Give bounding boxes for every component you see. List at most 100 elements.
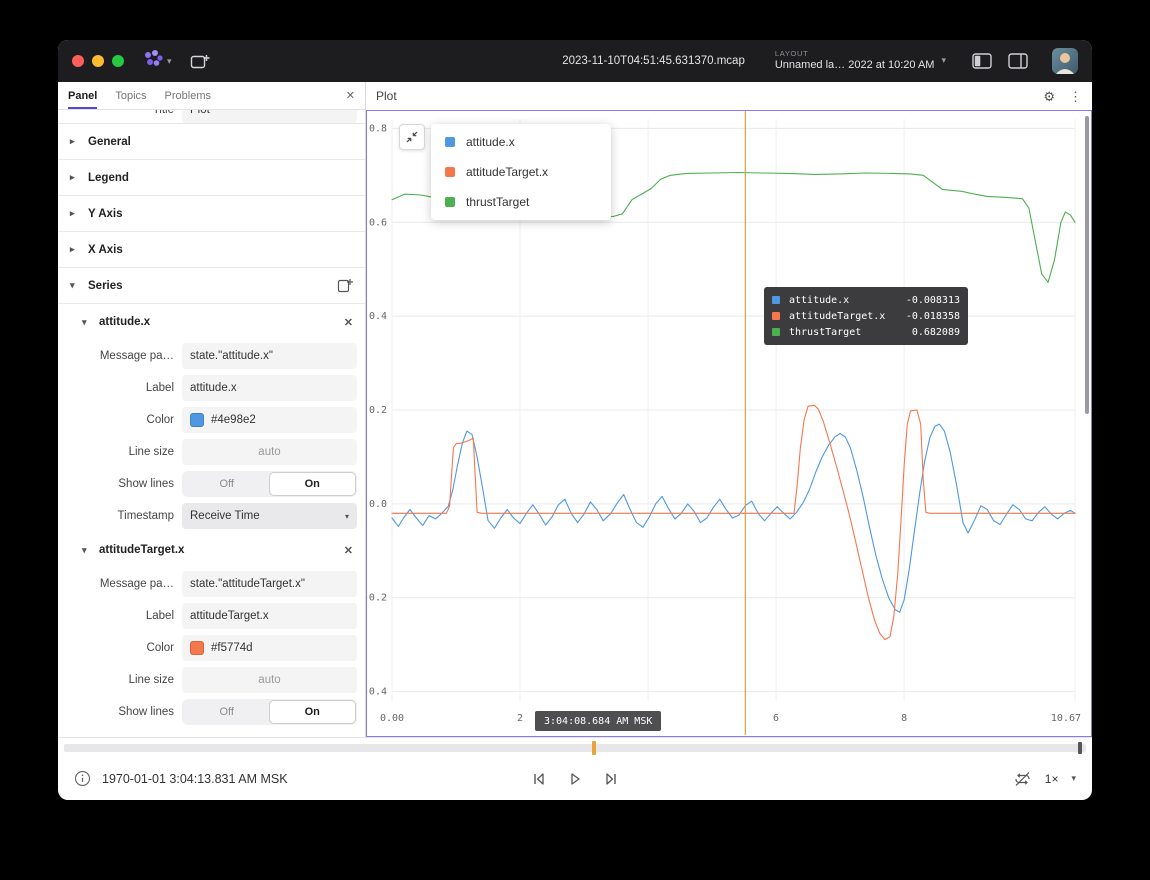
- chevron-down-icon[interactable]: ▾: [1071, 773, 1076, 784]
- remove-series-button[interactable]: ✕: [344, 316, 353, 329]
- titlebar: ▾ 2023-11-10T04:51:45.631370.mcap LAYOUT…: [58, 40, 1092, 82]
- tooltip-row: attitudeTarget.x-0.018358: [772, 308, 960, 324]
- legend-menu-item[interactable]: attitude.x: [431, 127, 611, 157]
- tab-topics[interactable]: Topics: [115, 82, 146, 109]
- svg-text:0.4: 0.4: [369, 311, 387, 322]
- panel-settings: Title Plot ▸ General ▸ Legend ▸ Y Axis: [58, 110, 365, 737]
- show-lines-on-button[interactable]: On: [270, 473, 356, 495]
- message-path-input[interactable]: state."attitude.x": [182, 343, 357, 369]
- right-sidebar-toggle-button[interactable]: [1008, 53, 1028, 69]
- scrubber-end-marker: [1078, 742, 1082, 754]
- minimize-window-button[interactable]: [92, 55, 104, 67]
- legend-menu-item[interactable]: thrustTarget: [431, 187, 611, 217]
- vertical-scrollbar[interactable]: [1085, 116, 1089, 414]
- label-input[interactable]: attitudeTarget.x: [182, 603, 357, 629]
- chevron-down-icon: ▾: [941, 55, 946, 66]
- tab-problems[interactable]: Problems: [165, 82, 211, 109]
- series-color-swatch: [445, 167, 455, 177]
- section-label: Legend: [88, 172, 129, 184]
- tooltip-series-name: attitudeTarget.x: [789, 311, 893, 322]
- line-size-input[interactable]: auto: [182, 439, 357, 465]
- hover-tooltip: attitude.x-0.008313attitudeTarget.x-0.01…: [764, 287, 968, 345]
- current-timestamp: 1970-01-01 3:04:13.831 AM MSK: [102, 772, 288, 786]
- chevron-down-icon: ▾: [345, 512, 349, 521]
- zoom-window-button[interactable]: [112, 55, 124, 67]
- scrubber-track[interactable]: [64, 744, 1086, 752]
- field-label: Label: [58, 610, 174, 622]
- field-label: Color: [58, 414, 174, 426]
- add-series-icon: [337, 278, 353, 293]
- gear-icon[interactable]: ⚙: [1043, 90, 1055, 103]
- info-button[interactable]: [74, 770, 91, 787]
- section-x-axis[interactable]: ▸ X Axis: [58, 232, 365, 268]
- show-lines-off-button[interactable]: Off: [184, 701, 270, 723]
- chevron-down-icon: ▾: [70, 280, 80, 291]
- show-lines-toggle: Off On: [182, 471, 357, 497]
- seek-start-button[interactable]: [531, 771, 547, 787]
- series-color-swatch: [772, 296, 780, 304]
- add-series-button[interactable]: [337, 278, 353, 293]
- chevron-down-icon: ▾: [82, 317, 92, 328]
- svg-text:10.67: 10.67: [1051, 713, 1081, 724]
- layout-selector[interactable]: LAYOUT Unnamed la… 2022 at 10:20 AM ▾: [775, 50, 946, 71]
- chevron-down-icon: ▾: [167, 56, 172, 67]
- scrubber-playhead-marker[interactable]: [592, 741, 596, 755]
- play-icon: [567, 771, 583, 787]
- field-label: Show lines: [58, 478, 174, 490]
- kebab-menu-icon[interactable]: ⋮: [1069, 90, 1082, 103]
- left-sidebar-toggle-button[interactable]: [972, 53, 992, 69]
- app-menu-button[interactable]: ▾: [142, 49, 172, 74]
- user-avatar[interactable]: [1052, 48, 1078, 74]
- timestamp-select[interactable]: Receive Time ▾: [182, 503, 357, 529]
- color-input[interactable]: #4e98e2: [182, 407, 357, 433]
- plot-canvas[interactable]: 0.80.60.40.20.0-0.2-0.40.00246810.67 att…: [366, 110, 1092, 737]
- series-header-attitude-target-x[interactable]: ▾ attitudeTarget.x ✕: [58, 532, 365, 568]
- message-path-input[interactable]: state."attitudeTarget.x": [182, 571, 357, 597]
- show-lines-on-button[interactable]: On: [270, 701, 356, 723]
- plot-panel: Plot ⚙ ⋮ 0.80.60.40.20.0-0.2-0.40.002468…: [366, 82, 1092, 737]
- tooltip-row: attitude.x-0.008313: [772, 292, 960, 308]
- series-color-swatch[interactable]: [190, 641, 204, 655]
- section-series[interactable]: ▾ Series: [58, 268, 365, 304]
- svg-text:0.00: 0.00: [380, 713, 404, 724]
- playback-speed[interactable]: 1×: [1045, 772, 1059, 786]
- seek-start-icon: [531, 771, 547, 787]
- close-sidebar-button[interactable]: ✕: [346, 82, 355, 109]
- field-label: Line size: [58, 446, 174, 458]
- section-general[interactable]: ▸ General: [58, 124, 365, 160]
- section-label: X Axis: [88, 244, 123, 256]
- hover-time-tooltip: 3:04:08.684 AM MSK: [535, 711, 661, 731]
- seek-end-button[interactable]: [603, 771, 619, 787]
- svg-text:0.8: 0.8: [369, 123, 387, 134]
- legend-menu-item[interactable]: attitudeTarget.x: [431, 157, 611, 187]
- timeline-scrubber[interactable]: [58, 737, 1092, 757]
- close-window-button[interactable]: [72, 55, 84, 67]
- show-lines-off-button[interactable]: Off: [184, 473, 270, 495]
- legend-series-label: attitudeTarget.x: [466, 165, 548, 179]
- series-color-swatch[interactable]: [190, 413, 204, 427]
- color-hex: #f5774d: [211, 642, 253, 654]
- loop-off-button[interactable]: [1013, 771, 1032, 787]
- field-label: Timestamp: [58, 510, 174, 522]
- tooltip-series-name: attitude.x: [789, 295, 893, 306]
- info-icon: [74, 770, 91, 787]
- settings-sidebar: Panel Topics Problems ✕ Title Plot ▸ Gen…: [58, 82, 366, 737]
- chevron-right-icon: ▸: [70, 208, 80, 219]
- chevron-right-icon: ▸: [70, 172, 80, 183]
- title-field[interactable]: Plot: [182, 110, 357, 123]
- section-legend[interactable]: ▸ Legend: [58, 160, 365, 196]
- line-size-input[interactable]: auto: [182, 667, 357, 693]
- series-header-attitude-x[interactable]: ▾ attitude.x ✕: [58, 304, 365, 340]
- add-panel-button[interactable]: [190, 53, 210, 70]
- play-button[interactable]: [567, 771, 583, 787]
- series-color-swatch: [772, 312, 780, 320]
- color-input[interactable]: #f5774d: [182, 635, 357, 661]
- label-input[interactable]: attitude.x: [182, 375, 357, 401]
- color-hex: #4e98e2: [211, 414, 256, 426]
- seek-end-icon: [603, 771, 619, 787]
- section-y-axis[interactable]: ▸ Y Axis: [58, 196, 365, 232]
- remove-series-button[interactable]: ✕: [344, 544, 353, 557]
- tab-panel[interactable]: Panel: [68, 82, 97, 109]
- section-label: Y Axis: [88, 208, 123, 220]
- collapse-legend-button[interactable]: [399, 124, 425, 150]
